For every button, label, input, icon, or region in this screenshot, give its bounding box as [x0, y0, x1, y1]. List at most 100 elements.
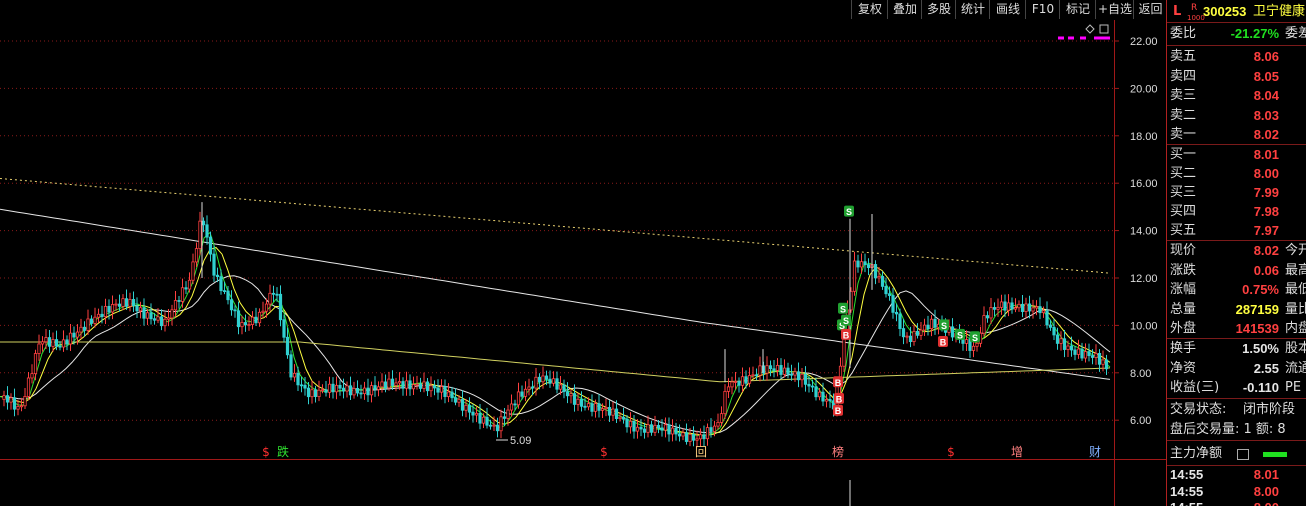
event-marker[interactable]: $	[600, 445, 608, 459]
candle-body	[852, 260, 857, 292]
f10-button[interactable]: F10	[1025, 0, 1060, 19]
candle-body	[110, 304, 115, 313]
ask-label: 卖五	[1170, 49, 1197, 64]
candle-body	[198, 220, 202, 250]
quote-row: 总量 287159 量比	[1167, 300, 1306, 320]
add-watchlist-button[interactable]: +自选	[1095, 0, 1134, 19]
quote-panel: L R 1000 300253 卫宁健康 委比 -21.27% 委差 卖五 8.0…	[1166, 0, 1306, 506]
overlay-button[interactable]: 叠加	[887, 0, 922, 19]
candle-body	[712, 425, 717, 432]
candle-body	[702, 434, 706, 440]
candle-body	[163, 318, 167, 327]
candle-body	[765, 365, 769, 374]
candle-body	[1027, 303, 1032, 312]
candle-body	[44, 337, 48, 343]
candle-body	[992, 307, 997, 310]
candle-body	[821, 391, 825, 402]
candle-body	[82, 326, 87, 331]
candle-body	[366, 387, 370, 396]
bid-label: 买一	[1170, 147, 1197, 162]
bid-row: 买五 7.97	[1167, 221, 1306, 241]
list-icon[interactable]	[1237, 449, 1249, 460]
event-marker[interactable]: 跌	[277, 444, 289, 459]
candle-body	[873, 264, 878, 279]
candle-body	[744, 376, 748, 384]
back-button[interactable]: 返回	[1133, 0, 1167, 19]
candle-body	[285, 336, 290, 356]
event-marker[interactable]: 回	[695, 445, 707, 459]
ma-fast-line	[0, 231, 1111, 437]
draw-line-button[interactable]: 画线	[989, 0, 1026, 19]
quote-value: 0.06	[1253, 262, 1279, 278]
candle-body	[61, 339, 66, 348]
tick-price: 8.00	[1253, 483, 1279, 499]
candle-body	[401, 381, 405, 389]
statistics-button[interactable]: 统计	[955, 0, 990, 19]
candle-body	[786, 367, 790, 375]
candle-body	[191, 261, 195, 281]
candle-body	[383, 381, 388, 389]
bid-row: 买二 8.00	[1167, 164, 1306, 184]
candle-body	[863, 261, 867, 266]
candle-body	[173, 300, 178, 311]
candle-body	[282, 319, 286, 338]
event-marker[interactable]: 财	[1089, 445, 1101, 459]
candle-body	[908, 335, 913, 343]
candle-body	[551, 378, 556, 384]
ask-label: 卖一	[1170, 127, 1197, 142]
candle-body	[373, 385, 377, 390]
candle-body	[985, 315, 990, 319]
candle-body	[628, 420, 633, 428]
candle-body	[1059, 338, 1063, 344]
candle-body	[667, 424, 671, 435]
tick-time: 14:55	[1170, 500, 1203, 506]
restore-rights-button[interactable]: 复权	[851, 0, 888, 19]
candle-body	[338, 384, 342, 389]
event-marker[interactable]: $	[262, 445, 270, 459]
candle-body	[534, 376, 538, 389]
candle-body	[201, 220, 206, 226]
candle-body	[803, 373, 808, 385]
candle-body	[642, 428, 647, 433]
candle-body	[782, 367, 787, 375]
candle-body	[646, 424, 650, 433]
candle-body	[5, 395, 10, 403]
event-marker[interactable]: 增	[1011, 445, 1023, 459]
main-flow-row[interactable]: 主力净额	[1167, 444, 1306, 464]
ask-value: 8.02	[1253, 127, 1279, 142]
candle-body	[376, 386, 381, 390]
candle-body	[432, 385, 437, 389]
candle-body	[303, 384, 307, 389]
candle-body	[436, 387, 440, 393]
candle-body	[877, 276, 881, 279]
candle-body	[331, 383, 335, 393]
candle-body	[9, 397, 13, 403]
candle-body	[555, 378, 559, 390]
order-ratio-value: -21.27%	[1230, 26, 1279, 41]
candle-body	[810, 385, 815, 388]
candle-body	[292, 372, 297, 378]
chart-settings-icons[interactable]	[1085, 24, 1109, 34]
candle-body	[460, 398, 465, 411]
candle-body	[565, 391, 570, 397]
candle-body	[464, 404, 468, 411]
event-marker[interactable]: $	[947, 445, 955, 459]
quote-value: 0.75%	[1242, 282, 1279, 297]
candle-body	[100, 313, 104, 318]
multi-stock-button[interactable]: 多股	[921, 0, 956, 19]
trade-status-label: 交易状态:	[1170, 402, 1227, 417]
candle-body	[1066, 345, 1070, 350]
candle-body	[926, 324, 930, 329]
candle-body	[1069, 345, 1074, 351]
mark-button[interactable]: 标记	[1059, 0, 1096, 19]
event-marker[interactable]: 榜	[832, 444, 844, 459]
candle-body	[1083, 351, 1088, 359]
candle-body	[296, 372, 300, 386]
candle-body	[324, 389, 328, 393]
candle-body	[79, 326, 83, 333]
bid-row: 买四 7.98	[1167, 202, 1306, 222]
candle-body	[408, 380, 412, 390]
ask-value: 8.05	[1253, 68, 1279, 84]
candle-body	[772, 368, 776, 371]
kline-chart[interactable]: 22.00 20.00 18.00 16.00 14.00 12.00 10.00 8.00 6…	[0, 20, 1166, 506]
